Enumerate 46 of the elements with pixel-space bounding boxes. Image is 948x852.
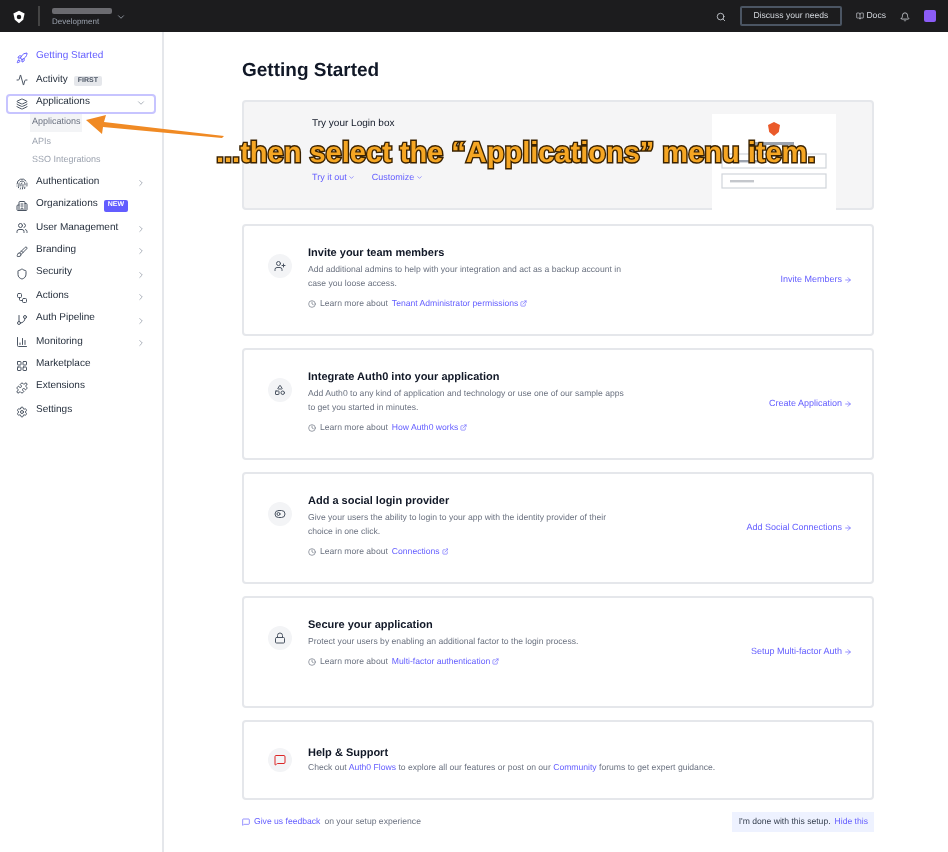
rocket-icon <box>16 52 28 64</box>
external-link-icon <box>520 300 528 308</box>
activity-icon <box>16 74 28 87</box>
fingerprint-icon <box>16 177 28 190</box>
grid-icon <box>16 359 28 372</box>
settings-icon <box>16 405 28 418</box>
annotation-arrow <box>86 114 224 138</box>
layers-icon <box>16 97 28 110</box>
page-title: Getting Started <box>242 60 382 84</box>
chevron-right-icon <box>136 223 146 234</box>
user-plus-icon <box>274 260 286 272</box>
external-link-icon <box>492 658 500 666</box>
feedback-icon <box>242 818 250 827</box>
external-link-icon <box>441 548 449 556</box>
annotation-text: ...then select the “Applications” menu item. <box>216 140 816 170</box>
lock-icon <box>274 632 286 644</box>
arrow-right-icon <box>844 524 852 532</box>
arrow-right-icon <box>844 276 852 284</box>
caret-icon[interactable] <box>116 11 126 21</box>
chevron-right-icon <box>136 246 146 257</box>
chevron-right-icon <box>136 292 146 303</box>
shield-icon <box>16 268 28 281</box>
puzzle-icon <box>16 382 28 395</box>
shield-logo-icon <box>12 9 26 23</box>
arrow-right-icon <box>844 648 852 656</box>
chat-icon <box>274 754 286 766</box>
users-icon <box>16 222 28 235</box>
toggle-icon <box>274 508 286 520</box>
avatar[interactable] <box>924 10 936 22</box>
branch-icon <box>16 314 28 327</box>
arrow-right-icon <box>844 400 852 408</box>
workflow-icon <box>16 291 28 304</box>
bar-chart-icon <box>16 336 28 349</box>
book-icon <box>856 12 865 20</box>
chevron-down-icon <box>348 174 356 182</box>
external-link-icon <box>460 424 468 432</box>
redacted-tenant-name <box>52 7 112 13</box>
search-icon[interactable] <box>715 11 726 21</box>
building-icon <box>16 200 28 213</box>
brush-icon <box>16 245 28 258</box>
chevron-right-icon <box>136 269 146 280</box>
chevron-down-icon <box>136 98 146 109</box>
shapes-icon <box>274 384 286 396</box>
chevron-down-icon <box>416 174 424 182</box>
notification-icon[interactable] <box>900 11 910 21</box>
chevron-right-icon <box>136 178 146 189</box>
